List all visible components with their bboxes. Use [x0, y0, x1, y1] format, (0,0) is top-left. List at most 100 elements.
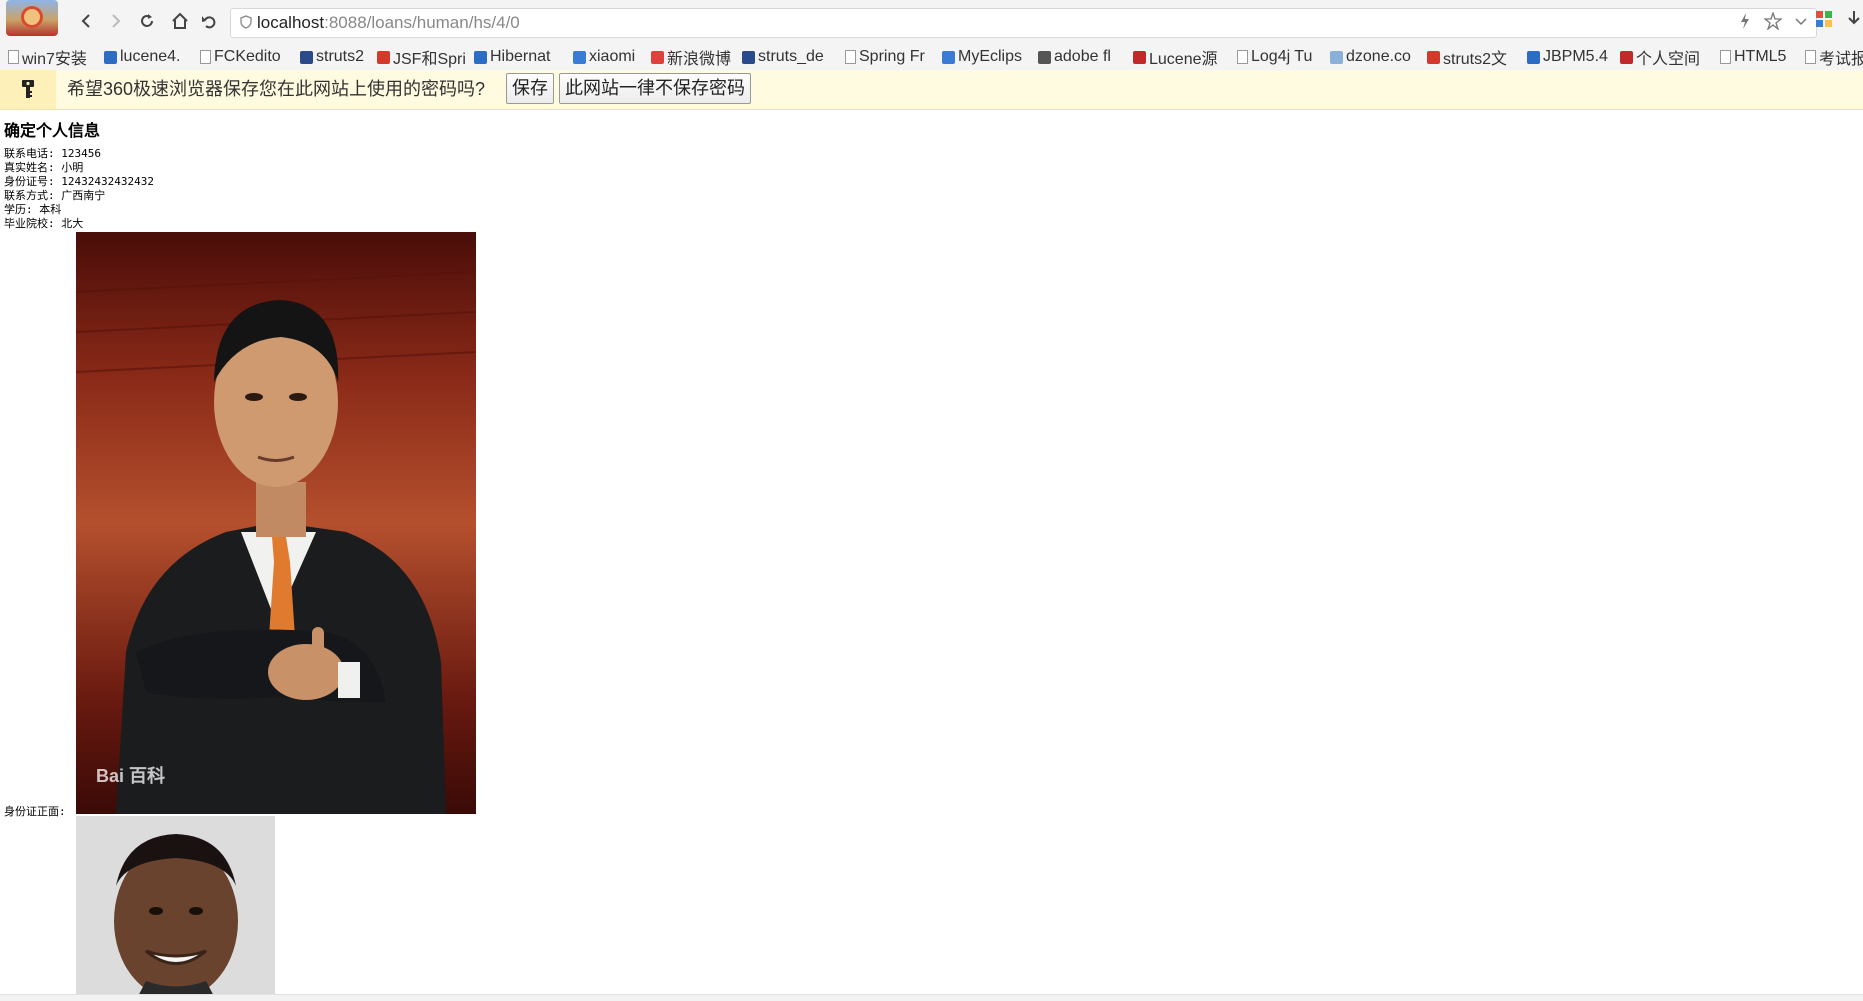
key-icon — [0, 70, 56, 109]
bookmark-label: 考试报 — [1819, 51, 1863, 68]
back-icon[interactable] — [76, 10, 98, 32]
url-text[interactable]: localhost:8088/loans/human/hs/4/0 — [257, 13, 520, 33]
bookmarks-bar: win7安装 lucene4. FCKedito struts2 JSF和Spri Hib… — [0, 44, 1863, 71]
bookmark-item[interactable]: HTML5 — [1720, 47, 1786, 67]
bookmark-favicon-icon — [651, 50, 664, 64]
home-icon[interactable] — [169, 10, 191, 32]
bookmark-item[interactable]: 新浪微博 — [651, 47, 732, 68]
info-value: 本科 — [39, 203, 62, 216]
bookmark-item[interactable]: xiaomi — [573, 47, 635, 67]
browser-toolbar: localhost:8088/loans/human/hs/4/0 — [0, 0, 1863, 44]
info-value: 广西南宁 — [61, 189, 106, 202]
bookmark-label: HTML5 — [1734, 48, 1787, 65]
url-host: localhost — [257, 13, 325, 32]
info-row-name: 真实姓名: 小明 — [4, 161, 154, 175]
password-save-bar: 希望360极速浏览器保存您在此网站上使用的密码吗? 保存 此网站一律不保存密码 — [0, 70, 1863, 110]
bookmark-favicon-icon — [200, 50, 211, 64]
lightning-icon[interactable] — [1736, 12, 1754, 30]
bookmark-item[interactable]: JSF和Spri — [377, 47, 466, 68]
person-photo: Bai 百科 — [76, 232, 476, 814]
url-path: :8088/loans/human/hs/4/0 — [324, 13, 520, 32]
bookmark-item[interactable]: 个人空间 — [1620, 47, 1701, 68]
page-title: 确定个人信息 — [4, 121, 101, 140]
bookmark-favicon-icon — [104, 50, 117, 64]
bookmark-item[interactable]: win7安装 — [8, 47, 87, 68]
info-value: 123456 — [61, 147, 101, 160]
security-shield-icon — [240, 15, 252, 29]
bookmark-favicon-icon — [1527, 50, 1540, 64]
bookmark-favicon-icon — [1720, 50, 1731, 64]
bookmark-label: struts2文 — [1443, 51, 1508, 68]
bookmark-label: Log4j Tu — [1251, 48, 1313, 65]
bookmark-favicon-icon — [1133, 50, 1146, 64]
bookmark-label: Lucene源 — [1149, 51, 1218, 68]
info-label: 联系电话: — [4, 147, 55, 160]
bookmark-favicon-icon — [1330, 50, 1343, 64]
bookmark-label: xiaomi — [589, 48, 636, 65]
bookmark-label: 新浪微博 — [667, 51, 732, 68]
bookmark-label: JBPM5.4 — [1543, 48, 1608, 65]
undo-icon[interactable] — [198, 10, 220, 32]
bookmark-label: struts2 — [316, 48, 365, 65]
bookmark-favicon-icon — [8, 50, 19, 64]
bookmark-favicon-icon — [300, 50, 313, 64]
bookmark-label: 个人空间 — [1636, 51, 1701, 68]
bookmark-favicon-icon — [742, 50, 755, 64]
bookmark-favicon-icon — [1620, 50, 1633, 64]
bookmark-label: adobe fl — [1054, 48, 1111, 65]
id-front-label: 身份证正面: — [4, 805, 66, 818]
info-value: 小明 — [61, 161, 84, 174]
bookmark-item[interactable]: Spring Fr — [845, 47, 925, 67]
bookmark-item[interactable]: FCKedito — [200, 47, 281, 67]
bookmark-label: dzone.co — [1346, 48, 1411, 65]
bookmark-favicon-icon — [474, 50, 487, 64]
personal-info-list: 联系电话: 123456 真实姓名: 小明 身份证号: 124324324324… — [4, 147, 154, 231]
bookmark-label: struts_de — [758, 48, 824, 65]
bookmark-item[interactable]: 考试报 — [1805, 47, 1863, 68]
bookmark-item[interactable]: adobe fl — [1038, 47, 1111, 67]
bookmark-item[interactable]: struts_de — [742, 47, 824, 67]
password-prompt-text: 希望360极速浏览器保存您在此网站上使用的密码吗? — [67, 79, 486, 99]
forward-icon[interactable] — [104, 10, 126, 32]
bookmark-label: MyEclips — [958, 48, 1023, 65]
bookmark-item[interactable]: Hibernat — [474, 47, 550, 67]
info-row-contact: 联系方式: 广西南宁 — [4, 189, 154, 203]
bookmark-item[interactable]: dzone.co — [1330, 47, 1411, 67]
bookmark-item[interactable]: struts2文 — [1427, 47, 1508, 68]
id-front-photo — [76, 816, 275, 1000]
bookmark-item[interactable]: MyEclips — [942, 47, 1022, 67]
download-icon[interactable] — [1845, 10, 1863, 28]
user-avatar[interactable] — [6, 0, 58, 36]
star-icon[interactable] — [1764, 12, 1782, 30]
address-bar[interactable]: localhost:8088/loans/human/hs/4/0 — [230, 8, 1817, 38]
reload-icon[interactable] — [136, 10, 158, 32]
info-label: 身份证号: — [4, 175, 55, 188]
bookmark-item[interactable]: Lucene源 — [1133, 47, 1218, 68]
info-label: 真实姓名: — [4, 161, 55, 174]
info-row-school: 毕业院校: 北大 — [4, 217, 154, 231]
info-row-id-number: 身份证号: 12432432432432 — [4, 175, 154, 189]
bookmark-favicon-icon — [942, 50, 955, 64]
bookmark-label: JSF和Spri — [393, 51, 466, 68]
bookmark-favicon-icon — [845, 50, 856, 64]
bookmark-favicon-icon — [573, 50, 586, 64]
watermark-text: Bai 百科 — [96, 766, 166, 786]
bookmark-label: win7安装 — [22, 51, 87, 68]
never-save-password-button[interactable]: 此网站一律不保存密码 — [559, 73, 751, 104]
info-value: 12432432432432 — [61, 175, 154, 188]
info-row-education: 学历: 本科 — [4, 203, 154, 217]
bookmark-item[interactable]: Log4j Tu — [1237, 47, 1312, 67]
info-label: 毕业院校: — [4, 217, 55, 230]
bookmark-item[interactable]: JBPM5.4 — [1527, 47, 1608, 67]
info-row-phone: 联系电话: 123456 — [4, 147, 154, 161]
bookmark-favicon-icon — [1805, 50, 1816, 64]
apps-grid-icon[interactable] — [1815, 10, 1833, 28]
bookmark-favicon-icon — [377, 50, 390, 64]
bookmark-favicon-icon — [1427, 50, 1440, 64]
info-label: 学历: — [4, 203, 33, 216]
bookmark-favicon-icon — [1237, 50, 1248, 64]
save-password-button[interactable]: 保存 — [506, 73, 554, 104]
chevron-down-icon[interactable] — [1792, 12, 1810, 30]
bookmark-item[interactable]: lucene4. — [104, 47, 181, 67]
bookmark-item[interactable]: struts2 — [300, 47, 364, 67]
